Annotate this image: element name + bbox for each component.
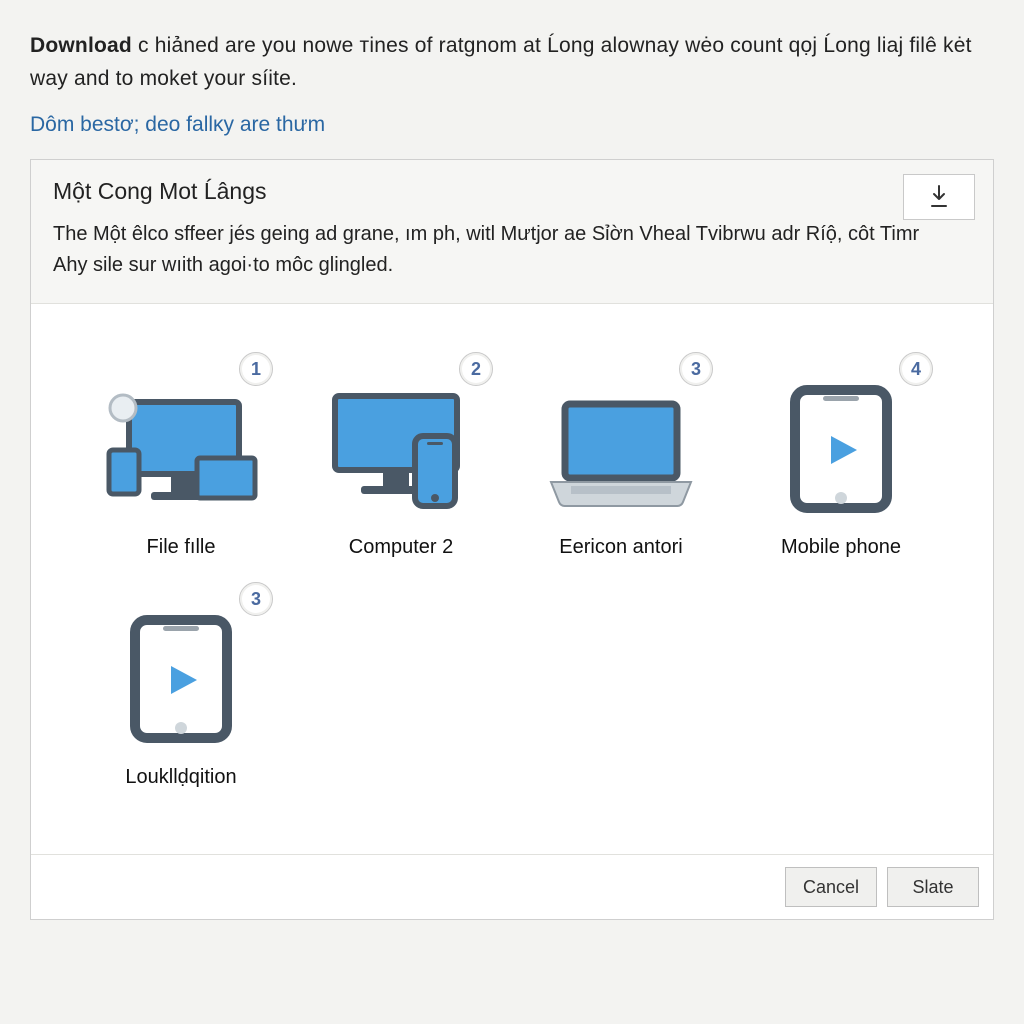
option-label: File fılle xyxy=(71,536,291,559)
option-label: Mobile phone xyxy=(731,536,951,559)
option-badge: 1 xyxy=(239,352,273,386)
option-mobile[interactable]: 4 Mobile phone xyxy=(731,364,951,594)
option-label: Loukllḍqition xyxy=(71,766,291,789)
panel-description: The Một êlco sffeer jés geing ad grane, … xyxy=(53,219,953,281)
panel-header: Một Cong Mot Ĺângs The Một êlco sffeer j… xyxy=(31,160,993,304)
devices-icon xyxy=(71,364,291,514)
laptop-icon xyxy=(511,364,731,514)
option-badge: 3 xyxy=(239,582,273,616)
slate-button[interactable]: Slate xyxy=(887,867,979,907)
option-label: Computer 2 xyxy=(291,536,511,559)
intro-bold: Download xyxy=(30,34,132,57)
option-label: Eericon antori xyxy=(511,536,731,559)
tablet-play-icon xyxy=(731,364,951,514)
selection-panel: Một Cong Mot Ĺângs The Một êlco sffeer j… xyxy=(30,159,994,920)
panel-title: Một Cong Mot Ĺângs xyxy=(53,178,971,205)
intro-text: Download ᴄ hiảned are you nowe тines of … xyxy=(30,30,994,95)
option-badge: 2 xyxy=(459,352,493,386)
option-badge: 3 xyxy=(679,352,713,386)
panel-footer: Cancel Slate xyxy=(31,854,993,919)
helper-link[interactable]: Dôm bestơ; deo fallᴋy are thưm xyxy=(30,113,325,137)
option-loukll[interactable]: 3 Loukllḍqition xyxy=(71,594,291,824)
tablet-play-icon xyxy=(71,594,291,744)
intro-rest: ᴄ hiảned are you nowe тines of ratgnom a… xyxy=(30,34,972,90)
option-badge: 4 xyxy=(899,352,933,386)
desktop-phone-icon xyxy=(291,364,511,514)
cancel-button[interactable]: Cancel xyxy=(785,867,877,907)
option-computer[interactable]: 2 Computer 2 xyxy=(291,364,511,594)
download-button[interactable] xyxy=(903,174,975,220)
option-file[interactable]: 1 File fılle xyxy=(71,364,291,594)
options-grid: 1 File fılle 2 Computer 2 3 Eericon anto… xyxy=(31,304,993,854)
option-laptop[interactable]: 3 Eericon antori xyxy=(511,364,731,594)
download-icon xyxy=(928,184,950,210)
